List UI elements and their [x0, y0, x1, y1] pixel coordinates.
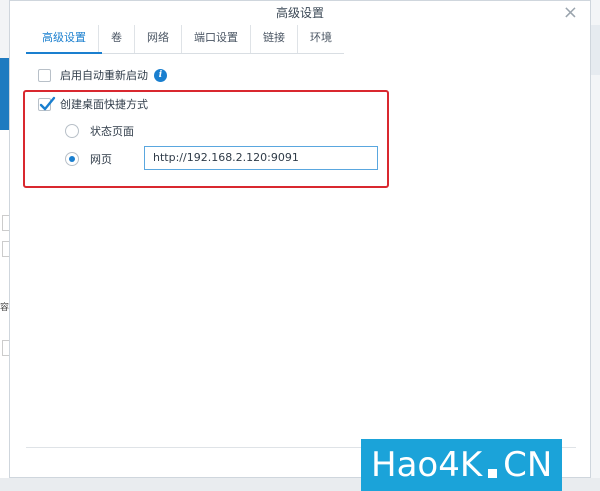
auto-restart-checkbox[interactable] [38, 68, 51, 82]
watermark-text-cn: CN [503, 445, 553, 485]
background-app-header [0, 58, 9, 130]
auto-restart-row: 启用自动重新启动 i [38, 67, 167, 83]
watermark-dot [488, 468, 498, 478]
tab-links[interactable]: 链接 [250, 25, 297, 53]
watermark-text: Hao4K [371, 445, 483, 485]
tab-advanced-settings[interactable]: 高级设置 [26, 25, 98, 53]
tab-port-settings[interactable]: 端口设置 [181, 25, 250, 53]
tab-network[interactable]: 网络 [134, 25, 181, 53]
tab-environment[interactable]: 环境 [297, 25, 344, 53]
watermark-logo: Hao4K CN [361, 439, 563, 491]
active-tab-indicator [26, 52, 102, 54]
annotation-highlight-box [23, 90, 389, 188]
background-label: 容 [0, 303, 10, 313]
dialog-title: 高级设置 [275, 6, 324, 20]
advanced-settings-dialog: 高级设置 × 高级设置 卷 网络 端口设置 链接 环境 启用自动重新启动 i 创… [9, 0, 591, 478]
tab-bar: 高级设置 卷 网络 端口设置 链接 环境 [26, 25, 344, 54]
background-app-panel: 容 [0, 130, 10, 491]
tab-volume[interactable]: 卷 [98, 25, 134, 53]
info-icon[interactable]: i [154, 68, 167, 82]
background-app-band [591, 25, 600, 75]
close-icon[interactable]: × [563, 3, 578, 23]
auto-restart-label: 启用自动重新启动 [60, 69, 148, 82]
